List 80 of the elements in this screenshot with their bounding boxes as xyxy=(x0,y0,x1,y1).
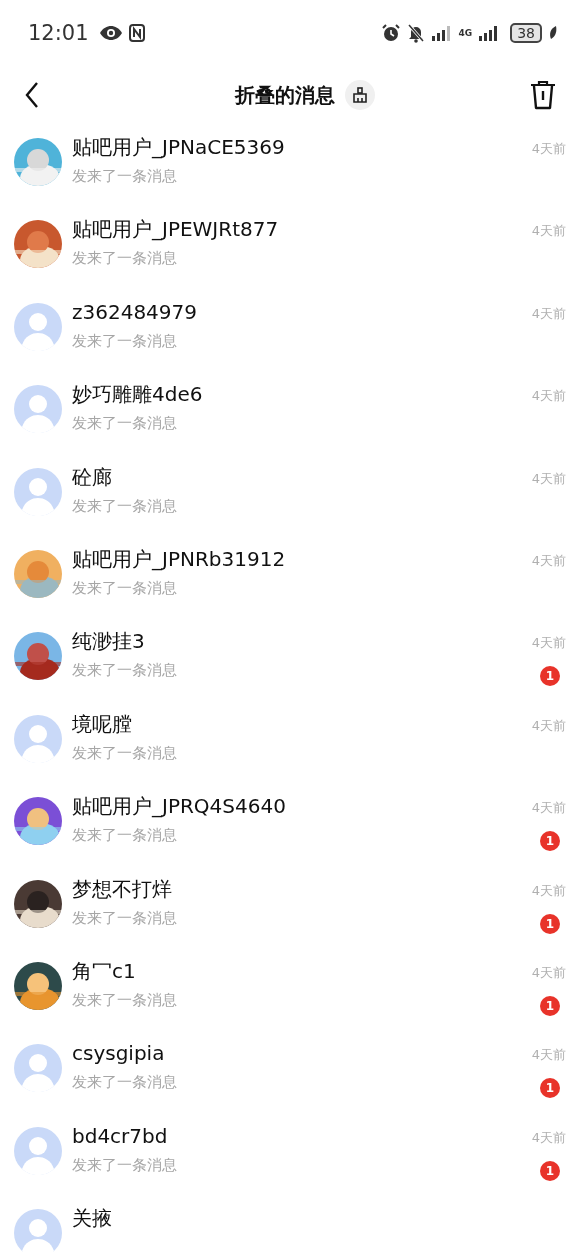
default-avatar-icon xyxy=(14,1126,62,1175)
message-item[interactable]: 角冖c1 发来了一条消息 4天前 1 xyxy=(0,947,580,1031)
message-time: 4天前 xyxy=(531,387,566,406)
sender-name: 关掖 xyxy=(72,1205,113,1232)
leaf-icon xyxy=(548,25,558,41)
unread-count: 1 xyxy=(540,913,560,934)
sender-name: 角冖c1 xyxy=(72,957,137,984)
eye-icon xyxy=(98,25,123,41)
default-avatar-icon xyxy=(14,1044,62,1093)
unread-count: 1 xyxy=(540,995,560,1016)
message-item[interactable]: 贴吧用户_JPRQ4S4640 发来了一条消息 4天前 1 xyxy=(0,783,580,866)
alarm-icon xyxy=(380,23,401,43)
message-time: 4天前 xyxy=(531,799,566,818)
page-title: 折叠的消息 xyxy=(235,81,335,109)
unread-count: 1 xyxy=(540,1160,560,1181)
sender-name: 梦想不打烊 xyxy=(72,875,173,902)
message-time: 4天前 xyxy=(531,716,566,735)
message-time: 4天前 xyxy=(531,1128,566,1147)
sender-name: 砼廊 xyxy=(72,463,113,490)
message-item[interactable]: 梦想不打烊 发来了一条消息 4天前 1 xyxy=(0,865,580,948)
message-preview: 发来了一条消息 xyxy=(72,330,178,351)
message-preview: 发来了一条消息 xyxy=(72,248,178,269)
message-preview: 发来了一条消息 xyxy=(72,1154,178,1175)
message-item[interactable]: z362484979 发来了一条消息 4天前 xyxy=(0,288,580,372)
message-preview: 发来了一条消息 xyxy=(72,825,178,846)
muted-bell-icon xyxy=(406,23,425,43)
message-preview: 发来了一条消息 xyxy=(72,577,178,598)
sender-name: z362484979 xyxy=(72,298,199,325)
battery-level: 38 xyxy=(510,23,542,43)
unread-count: 1 xyxy=(540,666,560,687)
message-item[interactable]: bd4cr7bd 发来了一条消息 4天前 1 xyxy=(0,1112,580,1196)
default-avatar-icon xyxy=(14,385,62,434)
signal-icon xyxy=(430,24,453,42)
default-avatar-icon xyxy=(14,467,62,516)
message-item[interactable]: 关掖 xyxy=(0,1195,580,1252)
message-time: 4天前 xyxy=(531,963,566,982)
sender-name: 贴吧用户_JPNaCE5369 xyxy=(72,134,286,160)
message-item[interactable]: csysgipia 发来了一条消息 4天前 1 xyxy=(0,1030,580,1113)
message-item[interactable]: 贴吧用户_JPNRb31912 发来了一条消息 4天前 xyxy=(0,535,580,619)
message-time: 4天前 xyxy=(531,222,566,241)
message-item[interactable]: 纯渺挂3 发来了一条消息 4天前 1 xyxy=(0,618,580,701)
message-preview: 发来了一条消息 xyxy=(72,166,178,186)
sender-name: csysgipia xyxy=(72,1040,166,1067)
message-item[interactable]: 境呢膛 发来了一条消息 4天前 xyxy=(0,700,580,784)
sender-name: bd4cr7bd xyxy=(72,1122,169,1149)
message-preview: 发来了一条消息 xyxy=(72,413,178,434)
message-item[interactable]: 妙巧雕雕4de6 发来了一条消息 4天前 xyxy=(0,371,580,454)
unread-count: 1 xyxy=(540,1078,560,1099)
message-preview: 发来了一条消息 xyxy=(72,495,178,516)
network-label: 4G xyxy=(458,28,473,38)
sender-name: 贴吧用户_JPRQ4S4640 xyxy=(72,793,287,820)
message-time: 4天前 xyxy=(531,881,566,900)
message-time: 4天前 xyxy=(531,634,566,653)
message-time: 4天前 xyxy=(531,469,566,488)
sender-name: 纯渺挂3 xyxy=(72,628,146,655)
clean-button[interactable] xyxy=(345,80,375,110)
sender-name: 境呢膛 xyxy=(72,710,133,737)
back-icon xyxy=(24,81,40,109)
message-item[interactable]: 贴吧用户_JPNaCE5369 发来了一条消息 4天前 xyxy=(0,124,580,207)
nfc-icon xyxy=(128,24,145,42)
sender-name: 贴吧用户_JPNRb31912 xyxy=(72,545,287,572)
unread-count: 1 xyxy=(540,831,560,852)
status-time: 12:01 xyxy=(28,21,89,45)
message-item[interactable]: 贴吧用户_JPEWJRt877 发来了一条消息 4天前 xyxy=(0,206,580,289)
message-preview: 发来了一条消息 xyxy=(72,907,178,928)
message-item[interactable]: 砼廊 发来了一条消息 4天前 xyxy=(0,453,580,536)
broom-icon xyxy=(352,87,368,103)
message-preview: 发来了一条消息 xyxy=(72,1072,178,1093)
sender-name: 妙巧雕雕4de6 xyxy=(72,381,204,408)
message-time: 4天前 xyxy=(531,304,566,323)
message-preview: 发来了一条消息 xyxy=(72,660,178,681)
sender-name: 贴吧用户_JPEWJRt877 xyxy=(72,216,280,243)
message-time: 4天前 xyxy=(531,1046,566,1065)
message-time: 4天前 xyxy=(531,140,566,158)
default-avatar-icon xyxy=(14,714,62,763)
message-preview: 发来了一条消息 xyxy=(72,742,178,763)
trash-icon xyxy=(530,80,556,110)
message-time: 4天前 xyxy=(531,551,566,570)
default-avatar-icon xyxy=(14,302,62,351)
message-preview: 发来了一条消息 xyxy=(72,989,178,1010)
